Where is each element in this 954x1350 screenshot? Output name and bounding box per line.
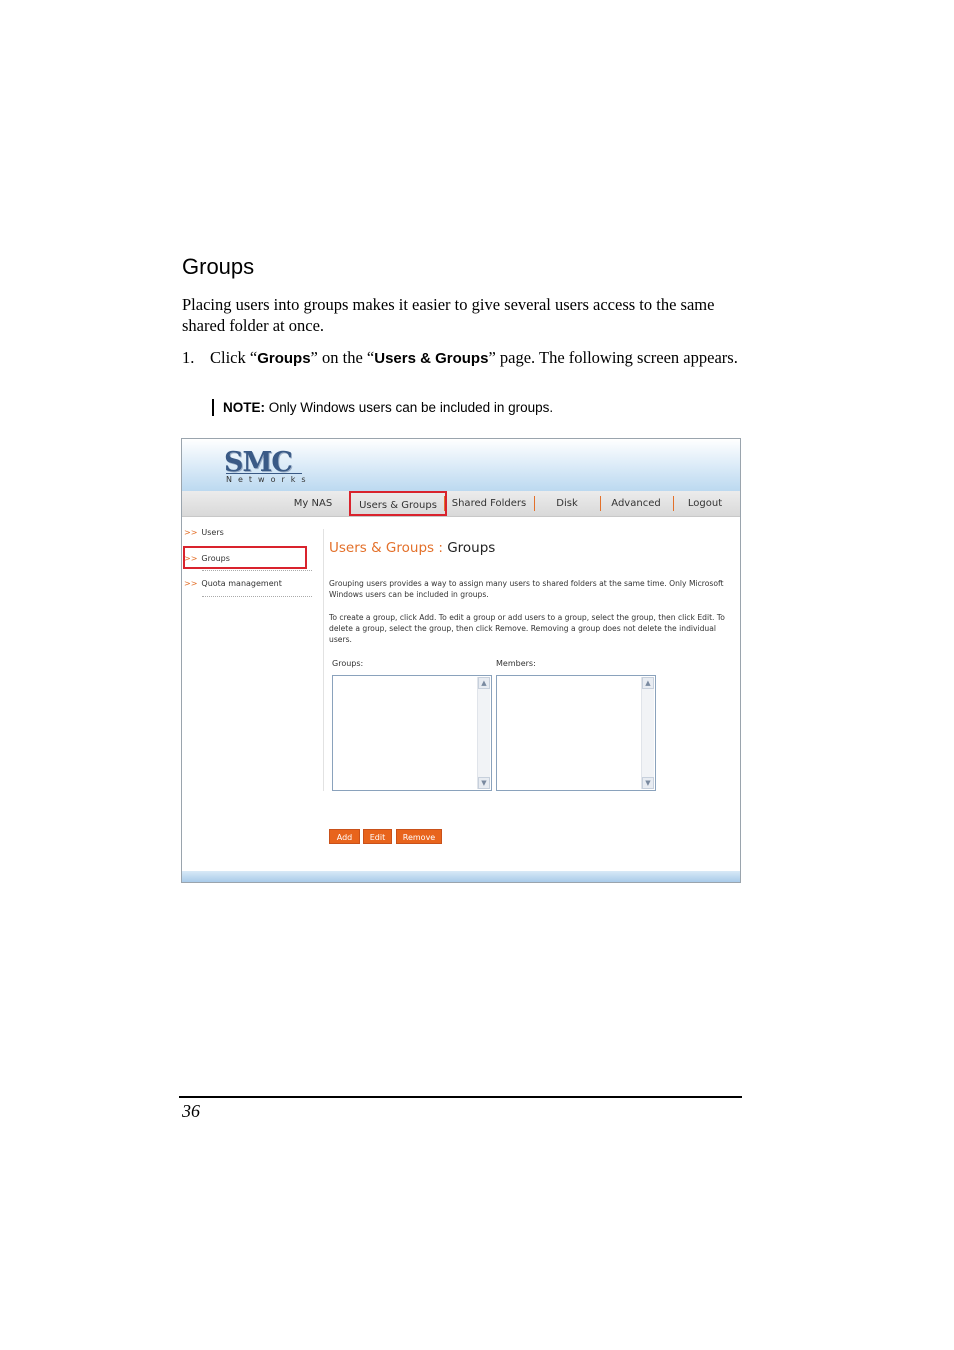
note: NOTE: Only Windows users can be included…: [212, 399, 553, 416]
scroll-down-icon[interactable]: ▼: [478, 777, 490, 789]
scroll-down-icon[interactable]: ▼: [642, 777, 654, 789]
remove-button[interactable]: Remove: [396, 829, 442, 844]
logo-subtitle: Networks: [226, 475, 312, 484]
main-nav: My NAS Users & Groups Shared Folders Dis…: [182, 491, 740, 517]
sidebar-item-users[interactable]: >> Users: [184, 528, 224, 537]
step-text-c: ” page. The following screen appears.: [488, 348, 738, 367]
logo-underline: [226, 473, 302, 474]
content-title: Users & Groups : Groups: [329, 540, 495, 556]
sidebar-item-label: Quota management: [201, 579, 282, 588]
nav-advanced[interactable]: Advanced: [606, 491, 666, 516]
add-button[interactable]: Add: [329, 829, 360, 844]
note-text: Only Windows users can be included in gr…: [265, 400, 554, 415]
edit-button[interactable]: Edit: [363, 829, 392, 844]
nav-my-nas[interactable]: My NAS: [287, 491, 339, 516]
footer-bar: [182, 871, 740, 882]
highlight-box-groups: [183, 546, 307, 569]
nav-logout[interactable]: Logout: [680, 491, 730, 516]
step-text-a: Click “: [210, 348, 258, 367]
nav-disk[interactable]: Disk: [542, 491, 592, 516]
scroll-up-icon[interactable]: ▲: [478, 677, 490, 689]
sidebar-arrow-icon: >>: [184, 579, 198, 588]
column-divider: [323, 529, 324, 791]
nav-separator: [534, 496, 535, 511]
sidebar-arrow-icon: >>: [184, 528, 198, 537]
nav-shared-folders[interactable]: Shared Folders: [450, 491, 528, 516]
step-number: 1.: [182, 348, 195, 367]
sidebar-divider: [202, 596, 312, 597]
nav-separator: [600, 496, 601, 511]
nav-users-groups[interactable]: Users & Groups: [349, 491, 447, 516]
title-page: Groups: [447, 540, 496, 556]
note-label: NOTE:: [223, 400, 265, 415]
members-listbox[interactable]: ▲ ▼: [496, 675, 656, 791]
members-scrollbar[interactable]: ▲ ▼: [641, 677, 654, 789]
footer-rule: [179, 1096, 742, 1098]
title-section: Users & Groups :: [329, 540, 443, 556]
step-text: Click “Groups” on the “Users & Groups” p…: [210, 347, 747, 369]
page-number: 36: [182, 1101, 200, 1121]
sidebar-item-label: Users: [201, 528, 224, 537]
step-bold-groups: Groups: [257, 350, 311, 367]
description-paragraph-2: To create a group, click Add. To edit a …: [329, 613, 725, 644]
scroll-up-icon[interactable]: ▲: [642, 677, 654, 689]
groups-scrollbar[interactable]: ▲ ▼: [477, 677, 490, 789]
nav-separator: [673, 496, 674, 511]
groups-listbox[interactable]: ▲ ▼: [332, 675, 492, 791]
header-banner: SMC Networks: [182, 439, 740, 491]
nav-separator: [444, 496, 445, 511]
step-bold-users-groups: Users & Groups: [374, 350, 489, 367]
sidebar-divider: [202, 570, 312, 571]
intro-paragraph: Placing users into groups makes it easie…: [182, 295, 715, 335]
section-heading: Groups: [182, 254, 255, 279]
step-text-b: ” on the “: [310, 348, 375, 367]
members-label: Members:: [496, 659, 536, 668]
groups-label: Groups:: [332, 659, 364, 668]
description-paragraph-1: Grouping users provides a way to assign …: [329, 579, 724, 599]
screenshot-figure: SMC Networks My NAS Users & Groups Share…: [181, 438, 741, 883]
sidebar-item-quota[interactable]: >> Quota management: [184, 579, 282, 588]
